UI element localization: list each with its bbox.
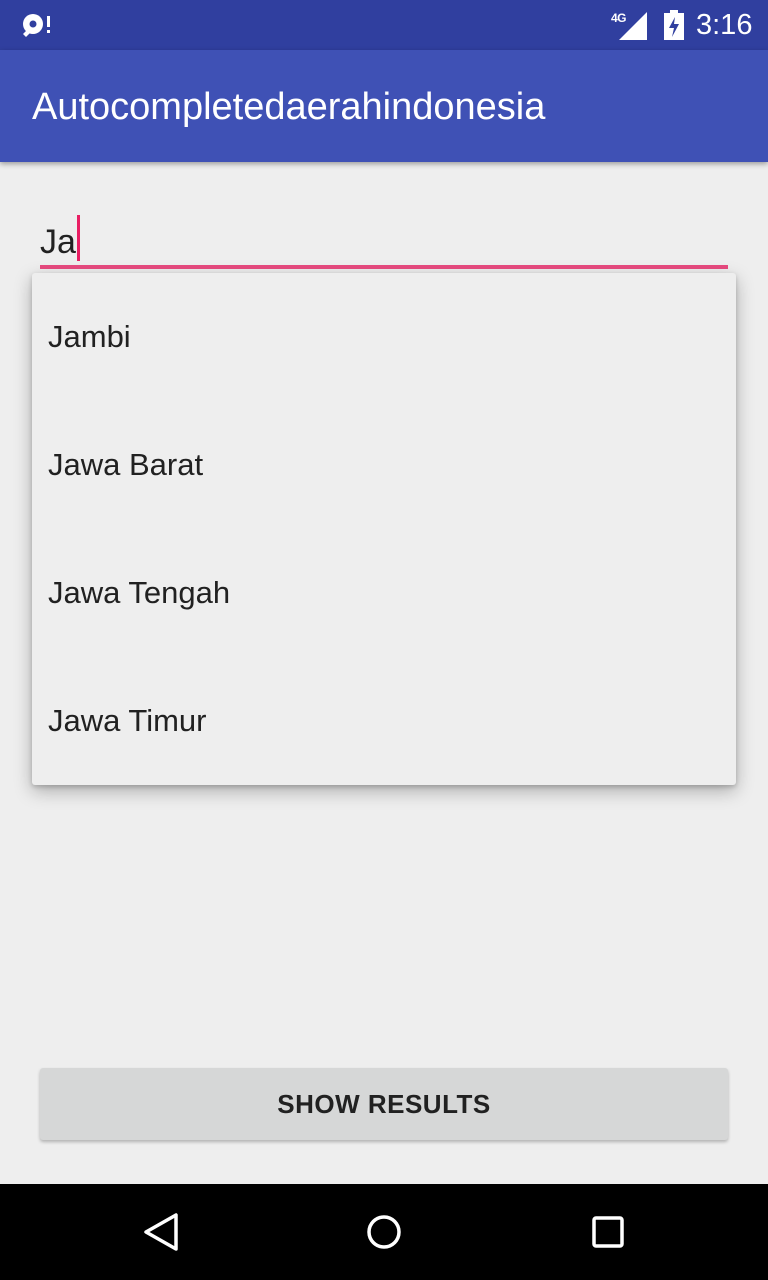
app-title: Autocompletedaerahindonesia [32, 86, 546, 128]
text-cursor [76, 215, 80, 261]
input-value-wrapper: Ja [40, 215, 80, 267]
app-bar: Autocompletedaerahindonesia [0, 50, 768, 162]
autocomplete-dropdown: Jambi Jawa Barat Jawa Tengah Jawa Timur [32, 273, 736, 785]
suggestion-item-jawa-tengah[interactable]: Jawa Tengah [32, 529, 736, 657]
region-autocomplete-input[interactable]: Ja [40, 215, 728, 269]
suggestion-item-jambi[interactable]: Jambi [32, 273, 736, 401]
sync-disk-notification-icon [23, 14, 50, 37]
recents-icon[interactable] [584, 1208, 632, 1256]
battery-charging-icon [664, 10, 684, 40]
clock: 3:16 [696, 9, 753, 41]
status-bar: 4G 3:16 [0, 0, 768, 50]
input-underline [40, 265, 728, 269]
back-icon[interactable] [136, 1208, 184, 1256]
suggestion-label: Jawa Timur [48, 703, 207, 738]
suggestion-label: Jawa Tengah [48, 575, 231, 610]
suggestion-label: Jambi [48, 319, 131, 354]
navigation-bar [0, 1184, 768, 1280]
suggestion-item-jawa-barat[interactable]: Jawa Barat [32, 401, 736, 529]
show-results-button[interactable]: SHOW RESULTS [40, 1068, 728, 1140]
home-icon[interactable] [360, 1208, 408, 1256]
input-value: Ja [40, 222, 76, 261]
suggestion-item-jawa-timur[interactable]: Jawa Timur [32, 657, 736, 785]
signal-icon [619, 12, 647, 40]
suggestion-label: Jawa Barat [48, 447, 204, 482]
